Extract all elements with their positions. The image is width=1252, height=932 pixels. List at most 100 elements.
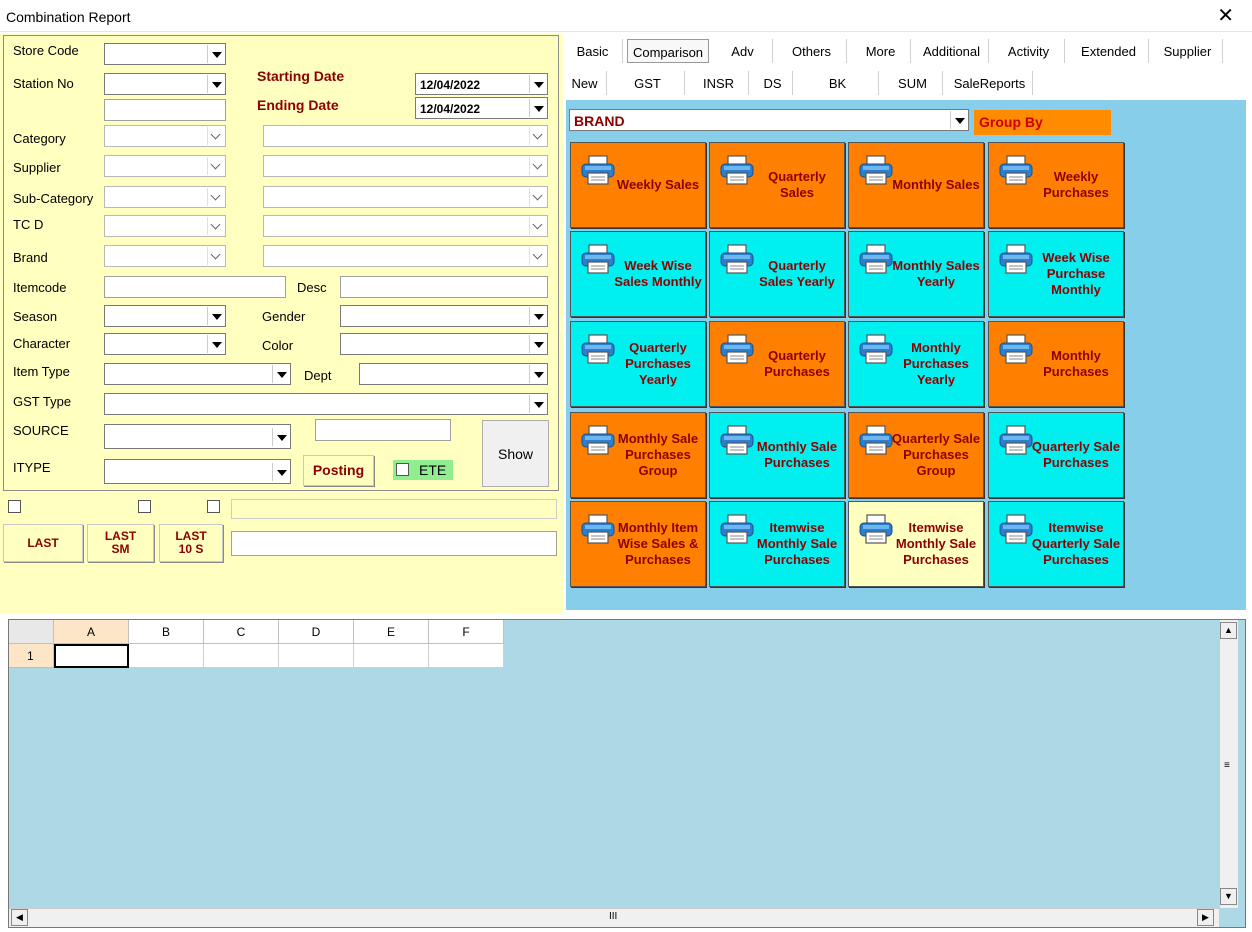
supplier-name-combo[interactable] bbox=[263, 155, 548, 177]
source-text-input[interactable] bbox=[315, 419, 451, 441]
store-code-combo[interactable] bbox=[104, 43, 226, 65]
tab-supplier[interactable]: Supplier bbox=[1153, 39, 1223, 63]
column-header-b[interactable]: B bbox=[129, 620, 204, 644]
tab-adv[interactable]: Adv bbox=[713, 39, 773, 63]
category-code-combo[interactable] bbox=[104, 125, 226, 147]
scroll-grip-icon[interactable]: ≡ bbox=[1224, 760, 1230, 771]
report-button-19[interactable]: Itemwise Monthly Sale Purchases bbox=[848, 501, 984, 587]
chevron-down-icon[interactable] bbox=[529, 127, 546, 145]
tab-gst[interactable]: GST bbox=[611, 71, 685, 95]
chevron-down-icon[interactable] bbox=[272, 428, 289, 446]
ete-checkbox-container[interactable]: ETE bbox=[393, 460, 453, 480]
tab-new[interactable]: New bbox=[563, 71, 607, 95]
chevron-down-icon[interactable] bbox=[272, 463, 289, 481]
spreadsheet[interactable]: A B C D E F 1 bbox=[8, 619, 1246, 928]
aux-text-input-1[interactable] bbox=[231, 499, 557, 519]
scroll-down-icon[interactable]: ▼ bbox=[1220, 888, 1237, 905]
chevron-down-icon[interactable] bbox=[529, 247, 546, 265]
category-name-combo[interactable] bbox=[263, 125, 548, 147]
character-combo[interactable] bbox=[104, 333, 226, 355]
item-type-combo[interactable] bbox=[104, 363, 291, 385]
report-button-15[interactable]: Quarterly Sale Purchases Group bbox=[848, 412, 984, 498]
cell-b1[interactable] bbox=[129, 644, 204, 668]
report-button-3[interactable]: Monthly Sales bbox=[848, 142, 984, 228]
report-button-5[interactable]: Week Wise Sales Monthly bbox=[570, 231, 706, 317]
tab-more[interactable]: More bbox=[851, 39, 911, 63]
tab-basic[interactable]: Basic bbox=[563, 39, 623, 63]
report-button-14[interactable]: Monthly Sale Purchases bbox=[709, 412, 845, 498]
group-by-combo[interactable]: BRAND bbox=[569, 109, 969, 131]
tcd-name-combo[interactable] bbox=[263, 215, 548, 237]
dept-combo[interactable] bbox=[359, 363, 548, 385]
chevron-down-icon[interactable] bbox=[207, 335, 224, 353]
report-button-12[interactable]: Monthly Purchases bbox=[988, 321, 1124, 407]
cell-d1[interactable] bbox=[279, 644, 354, 668]
chevron-down-icon[interactable] bbox=[207, 307, 224, 325]
report-button-10[interactable]: Quarterly Purchases bbox=[709, 321, 845, 407]
cell-f1[interactable] bbox=[429, 644, 504, 668]
report-button-4[interactable]: Weekly Purchases bbox=[988, 142, 1124, 228]
report-button-16[interactable]: Quarterly Sale Purchases bbox=[988, 412, 1124, 498]
column-header-c[interactable]: C bbox=[204, 620, 279, 644]
column-header-d[interactable]: D bbox=[279, 620, 354, 644]
itemcode-input[interactable] bbox=[104, 276, 286, 298]
close-icon[interactable]: ✕ bbox=[1217, 6, 1234, 26]
cell-a1[interactable] bbox=[54, 644, 129, 668]
tab-ds[interactable]: DS bbox=[753, 71, 793, 95]
chevron-down-icon[interactable] bbox=[529, 188, 546, 206]
chevron-down-icon[interactable] bbox=[950, 111, 967, 129]
chevron-down-icon[interactable] bbox=[272, 365, 289, 383]
gst-type-combo[interactable] bbox=[104, 393, 548, 415]
chevron-down-icon[interactable] bbox=[529, 335, 546, 353]
tcd-code-combo[interactable] bbox=[104, 215, 226, 237]
select-all-corner[interactable] bbox=[9, 620, 54, 644]
chevron-down-icon[interactable] bbox=[529, 217, 546, 235]
report-button-2[interactable]: Quarterly Sales bbox=[709, 142, 845, 228]
tab-bk[interactable]: BK bbox=[797, 71, 879, 95]
report-button-7[interactable]: Monthly Sales Yearly bbox=[848, 231, 984, 317]
posting-button[interactable]: Posting bbox=[303, 455, 374, 486]
tab-activity[interactable]: Activity bbox=[993, 39, 1065, 63]
tab-salereports[interactable]: SaleReports bbox=[947, 71, 1033, 95]
cell-e1[interactable] bbox=[354, 644, 429, 668]
scroll-up-icon[interactable]: ▲ bbox=[1220, 622, 1237, 639]
last-button[interactable]: LAST bbox=[3, 524, 83, 562]
brand-name-combo[interactable] bbox=[263, 245, 548, 267]
station-text-input[interactable] bbox=[104, 99, 226, 121]
column-header-e[interactable]: E bbox=[354, 620, 429, 644]
show-button[interactable]: Show bbox=[482, 420, 549, 487]
station-no-combo[interactable] bbox=[104, 73, 226, 95]
chevron-down-icon[interactable] bbox=[207, 188, 224, 206]
scroll-right-icon[interactable]: ▶ bbox=[1197, 909, 1214, 926]
report-button-6[interactable]: Quarterly Sales Yearly bbox=[709, 231, 845, 317]
checkbox-3[interactable] bbox=[207, 500, 220, 513]
starting-date-picker[interactable]: 12/04/2022 bbox=[415, 73, 548, 95]
tab-sum[interactable]: SUM bbox=[883, 71, 943, 95]
sub-category-name-combo[interactable] bbox=[263, 186, 548, 208]
ete-checkbox[interactable] bbox=[396, 463, 409, 476]
column-header-f[interactable]: F bbox=[429, 620, 504, 644]
chevron-down-icon[interactable] bbox=[529, 307, 546, 325]
chevron-down-icon[interactable] bbox=[207, 157, 224, 175]
brand-code-combo[interactable] bbox=[104, 245, 226, 267]
horizontal-scrollbar[interactable]: ◀ III ▶ bbox=[9, 908, 1219, 927]
color-combo[interactable] bbox=[340, 333, 548, 355]
last-sm-button[interactable]: LAST SM bbox=[87, 524, 154, 562]
last-10s-button[interactable]: LAST 10 S bbox=[159, 524, 223, 562]
vertical-scrollbar[interactable]: ▲ ≡ ▼ bbox=[1219, 620, 1238, 908]
ending-date-picker[interactable]: 12/04/2022 bbox=[415, 97, 548, 119]
chevron-down-icon[interactable] bbox=[207, 45, 224, 63]
season-combo[interactable] bbox=[104, 305, 226, 327]
aux-text-input-2[interactable] bbox=[231, 531, 557, 556]
scroll-grip-icon[interactable]: III bbox=[609, 911, 617, 922]
cell-c1[interactable] bbox=[204, 644, 279, 668]
chevron-down-icon[interactable] bbox=[529, 75, 546, 93]
tab-extended[interactable]: Extended bbox=[1069, 39, 1149, 63]
checkbox-1[interactable] bbox=[8, 500, 21, 513]
chevron-down-icon[interactable] bbox=[529, 365, 546, 383]
itype-combo[interactable] bbox=[104, 459, 291, 484]
chevron-down-icon[interactable] bbox=[529, 99, 546, 117]
chevron-down-icon[interactable] bbox=[207, 247, 224, 265]
tab-others[interactable]: Others bbox=[777, 39, 847, 63]
scroll-left-icon[interactable]: ◀ bbox=[11, 909, 28, 926]
